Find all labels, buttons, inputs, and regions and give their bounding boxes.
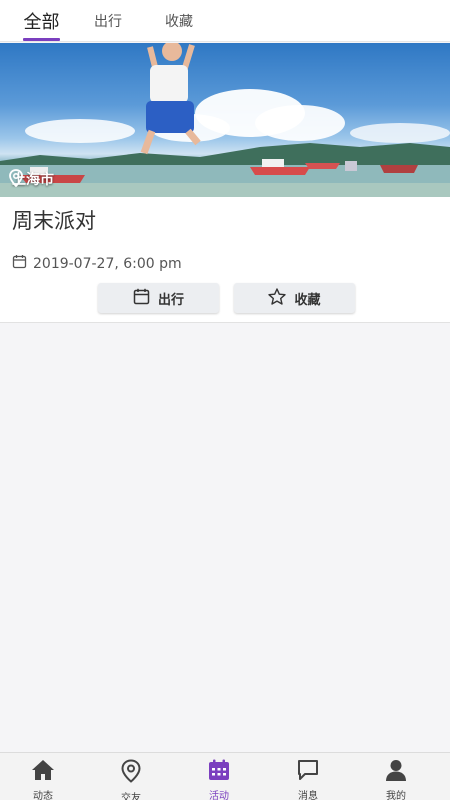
person-icon: [385, 759, 407, 785]
event-photo[interactable]: 上海市: [0, 43, 450, 197]
go-button[interactable]: 出行: [98, 283, 219, 313]
top-tab-bar: 全部 出行 收藏: [0, 0, 450, 42]
event-date-row: 2019-07-27, 6:00 pm: [12, 254, 182, 273]
nav-item-feed[interactable]: 动态: [8, 759, 78, 800]
nav-item-messages[interactable]: 消息: [273, 759, 343, 800]
calendar-icon: [12, 254, 27, 273]
nav-item-friends[interactable]: 交友: [96, 759, 166, 800]
go-button-label: 出行: [157, 292, 184, 308]
chat-bubble-icon: [296, 759, 320, 785]
tab-go-label: 出行: [94, 14, 122, 30]
nav-item-profile[interactable]: 我的: [361, 759, 431, 800]
calendar-icon: [133, 288, 150, 309]
home-icon: [31, 759, 55, 785]
event-card[interactable]: 上海市 周末派对 2019-07-27, 6:00 pm 出行 收藏: [0, 43, 450, 323]
nav-label-messages: 消息: [298, 791, 318, 800]
favorite-button[interactable]: 收藏: [234, 283, 355, 313]
event-title: 周末派对: [12, 209, 96, 233]
tab-favorites-label: 收藏: [165, 14, 193, 30]
event-photo-illustration: [0, 43, 450, 197]
tab-all-label: 全部: [23, 12, 60, 33]
app: 全部 出行 收藏 上海市 周末派对 2019-07-27, 6:00 pm 出行…: [0, 0, 450, 800]
tab-favorites[interactable]: 收藏: [158, 0, 200, 42]
active-tab-indicator: [23, 38, 60, 41]
favorite-button-label: 收藏: [294, 292, 321, 308]
calendar-icon: [208, 759, 230, 785]
location-pin-icon: [120, 759, 142, 787]
event-location: 上海市: [8, 169, 54, 189]
nav-label-friends: 交友: [121, 793, 141, 800]
event-datetime: 2019-07-27, 6:00 pm: [33, 255, 182, 272]
star-icon: [268, 287, 287, 309]
nav-label-profile: 我的: [386, 791, 406, 800]
nav-label-feed: 动态: [33, 791, 53, 800]
nav-item-activities[interactable]: 活动: [184, 759, 254, 800]
tab-all[interactable]: 全部: [18, 0, 65, 42]
tab-go[interactable]: 出行: [88, 0, 128, 42]
nav-label-activities: 活动: [209, 791, 229, 800]
bottom-nav: 动态 交友 活动 消息 我的: [0, 752, 450, 800]
